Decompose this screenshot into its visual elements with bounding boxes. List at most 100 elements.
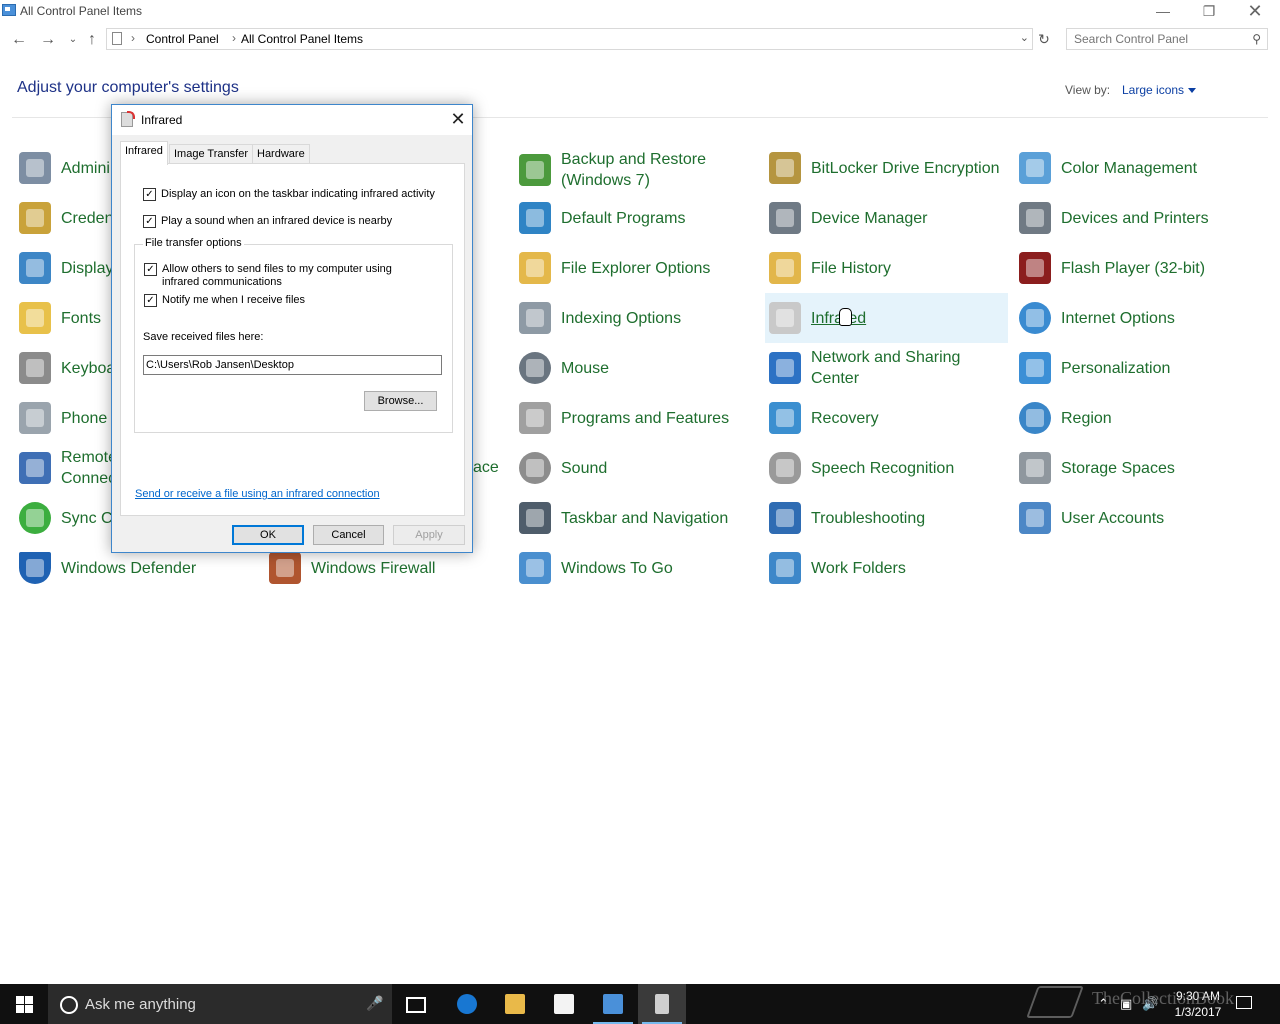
cp-item-label[interactable]: Work Folders xyxy=(811,543,1006,593)
cp-item-speech-recognition[interactable]: Speech Recognition xyxy=(765,443,1008,493)
cp-item-label[interactable]: Region xyxy=(1061,393,1256,443)
cancel-button[interactable]: Cancel xyxy=(313,525,384,545)
back-arrow-icon[interactable]: ← xyxy=(9,30,29,50)
cp-item-label[interactable]: Windows To Go xyxy=(561,543,756,593)
microphone-icon[interactable]: 🎤 xyxy=(366,995,383,1012)
maximize-button[interactable]: ❐ xyxy=(1186,0,1232,24)
checkbox-checked[interactable]: ✓ xyxy=(143,215,156,228)
close-button[interactable]: ✕ xyxy=(1232,0,1278,24)
apply-button[interactable]: Apply xyxy=(393,525,465,545)
checkbox-checked[interactable]: ✓ xyxy=(143,188,156,201)
cp-item-label[interactable]: BitLocker Drive Encryption xyxy=(811,143,1006,193)
cp-item-internet-options[interactable]: Internet Options xyxy=(1015,293,1258,343)
tab-infrared[interactable]: Infrared xyxy=(120,141,168,165)
control-panel-taskbar-icon[interactable] xyxy=(589,984,637,1024)
cp-item-label[interactable]: Mouse xyxy=(561,343,756,393)
cp-item-label-fragment[interactable]: ace xyxy=(473,459,499,477)
cp-item-label[interactable]: Sound xyxy=(561,443,756,493)
dialog-close-icon[interactable]: ✕ xyxy=(446,107,470,131)
cp-item-infrared[interactable]: Infrared xyxy=(765,293,1008,343)
address-dropdown-icon[interactable]: ⌄ xyxy=(1020,31,1029,44)
cp-item-label[interactable]: Troubleshooting xyxy=(811,493,1006,543)
forward-arrow-icon[interactable]: → xyxy=(38,30,58,50)
breadcrumb-separator-icon[interactable]: › xyxy=(131,31,135,45)
cp-item-troubleshooting[interactable]: Troubleshooting xyxy=(765,493,1008,543)
view-by-dropdown[interactable]: Large icons xyxy=(1122,83,1197,97)
cp-item-bitlocker[interactable]: BitLocker Drive Encryption xyxy=(765,143,1008,193)
file-explorer-icon[interactable] xyxy=(491,984,539,1024)
cp-item-mouse[interactable]: Mouse xyxy=(515,343,758,393)
search-box[interactable]: ⚲ xyxy=(1066,28,1268,50)
task-view-icon[interactable] xyxy=(392,984,440,1024)
cp-item-storage-spaces[interactable]: Storage Spaces xyxy=(1015,443,1258,493)
cortana-placeholder[interactable]: Ask me anything xyxy=(85,996,196,1013)
cp-item-default-programs[interactable]: Default Programs xyxy=(515,193,758,243)
caret-down-icon[interactable] xyxy=(1188,88,1197,94)
cp-item-backup-restore[interactable]: Backup and Restore (Windows 7) xyxy=(515,143,758,199)
view-by-value[interactable]: Large icons xyxy=(1122,83,1184,97)
edge-icon[interactable] xyxy=(443,984,491,1024)
cp-item-label[interactable]: Speech Recognition xyxy=(811,443,1006,493)
recent-locations-chevron-icon[interactable]: ⌄ xyxy=(63,30,83,50)
send-receive-link[interactable]: Send or receive a file using an infrared… xyxy=(135,488,380,500)
cp-item-label[interactable]: Recovery xyxy=(811,393,1006,443)
option-label[interactable]: Play a sound when an infrared device is … xyxy=(161,215,392,228)
cp-item-color-management[interactable]: Color Management xyxy=(1015,143,1258,193)
cp-item-label[interactable]: User Accounts xyxy=(1061,493,1256,543)
cp-item-label[interactable]: Default Programs xyxy=(561,193,756,243)
cp-item-label[interactable]: File History xyxy=(811,243,1006,293)
cp-item-label[interactable]: Personalization xyxy=(1061,343,1256,393)
action-center-icon[interactable] xyxy=(1236,996,1252,1009)
cp-item-indexing-options[interactable]: Indexing Options xyxy=(515,293,758,343)
cp-item-label[interactable]: Devices and Printers xyxy=(1061,193,1256,243)
cp-item-user-accounts[interactable]: User Accounts xyxy=(1015,493,1258,543)
refresh-icon[interactable]: ↻ xyxy=(1035,29,1053,49)
cp-item-work-folders[interactable]: Work Folders xyxy=(765,543,1008,593)
cp-item-windows-to-go[interactable]: Windows To Go xyxy=(515,543,758,593)
option-label[interactable]: Allow others to send files to my compute… xyxy=(162,263,432,289)
cp-item-label[interactable]: Taskbar and Navigation xyxy=(561,493,756,543)
checkbox-checked[interactable]: ✓ xyxy=(144,263,157,276)
tab-image-transfer[interactable]: Image Transfer xyxy=(169,144,253,164)
cp-item-label[interactable]: Color Management xyxy=(1061,143,1256,193)
cp-item-devices-printers[interactable]: Devices and Printers xyxy=(1015,193,1258,243)
cp-item-programs-features[interactable]: Programs and Features xyxy=(515,393,758,443)
cp-item-label[interactable]: Remote Connec xyxy=(61,443,117,493)
cp-item-device-manager[interactable]: Device Manager xyxy=(765,193,1008,243)
cp-item-label[interactable]: Programs and Features xyxy=(561,393,756,443)
cp-item-label[interactable]: Network and Sharing Center xyxy=(811,343,981,393)
option-label[interactable]: Display an icon on the taskbar indicatin… xyxy=(161,188,435,201)
store-icon[interactable] xyxy=(540,984,588,1024)
cp-item-sound[interactable]: Sound xyxy=(515,443,758,493)
minimize-button[interactable]: — xyxy=(1140,0,1186,24)
breadcrumb-control-panel[interactable]: Control Panel xyxy=(146,32,219,46)
search-icon[interactable]: ⚲ xyxy=(1252,32,1261,46)
ok-button[interactable]: OK xyxy=(232,525,304,545)
cp-item-label[interactable]: Backup and Restore (Windows 7) xyxy=(561,143,756,197)
cp-item-recovery[interactable]: Recovery xyxy=(765,393,1008,443)
tab-hardware[interactable]: Hardware xyxy=(252,144,310,164)
up-arrow-icon[interactable]: ↑ xyxy=(82,30,102,50)
checkbox-checked[interactable]: ✓ xyxy=(144,294,157,307)
cp-item-label[interactable]: Flash Player (32-bit) xyxy=(1061,243,1256,293)
cp-item-flash-player[interactable]: Flash Player (32-bit) xyxy=(1015,243,1258,293)
cp-item-file-explorer-options[interactable]: File Explorer Options xyxy=(515,243,758,293)
breadcrumb-separator-icon[interactable]: › xyxy=(232,31,236,45)
browse-button[interactable]: Browse... xyxy=(364,391,437,411)
infrared-taskbar-icon[interactable] xyxy=(638,984,686,1024)
search-input[interactable] xyxy=(1074,32,1244,46)
cp-item-file-history[interactable]: File History xyxy=(765,243,1008,293)
cp-item-taskbar-navigation[interactable]: Taskbar and Navigation xyxy=(515,493,758,543)
cp-item-label[interactable]: Indexing Options xyxy=(561,293,756,343)
cp-item-label[interactable]: Device Manager xyxy=(811,193,1006,243)
start-button[interactable] xyxy=(0,984,48,1024)
cp-item-region[interactable]: Region xyxy=(1015,393,1258,443)
option-label[interactable]: Notify me when I receive files xyxy=(162,294,305,307)
cp-item-label[interactable]: Internet Options xyxy=(1061,293,1256,343)
cp-item-personalization[interactable]: Personalization xyxy=(1015,343,1258,393)
cortana-search-box[interactable]: Ask me anything 🎤 xyxy=(48,984,392,1024)
cp-item-label[interactable]: Storage Spaces xyxy=(1061,443,1256,493)
save-path-field[interactable]: C:\Users\Rob Jansen\Desktop xyxy=(143,355,442,375)
breadcrumb-all-items[interactable]: All Control Panel Items xyxy=(241,32,363,46)
address-bar[interactable]: › Control Panel › All Control Panel Item… xyxy=(106,28,1033,50)
